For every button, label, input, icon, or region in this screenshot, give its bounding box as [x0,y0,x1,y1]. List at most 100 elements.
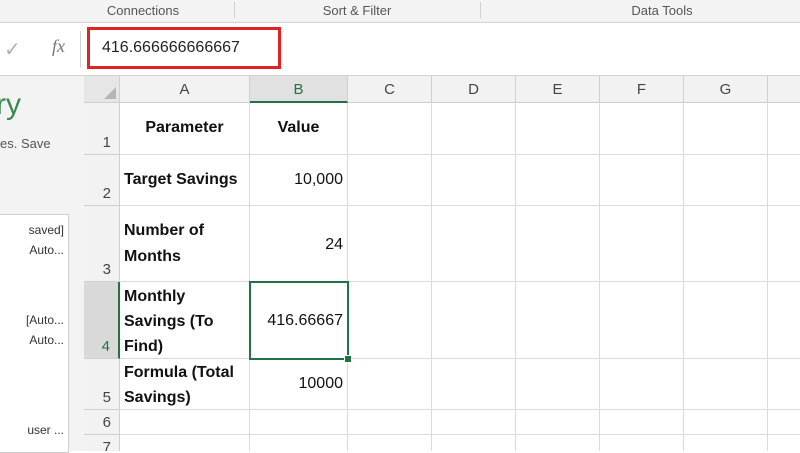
cell-g2[interactable] [684,155,768,206]
row-number: 5 [102,389,111,406]
cell-g3[interactable] [684,206,768,282]
cell-d3[interactable] [432,206,516,282]
cell-d1[interactable] [432,103,516,155]
column-header-a[interactable]: A [120,76,250,103]
cell-text: Target Savings [124,171,238,188]
cell-text: Parameter [145,119,224,136]
cell-d7[interactable] [432,435,516,451]
ribbon-group-connections: Connections [106,3,180,18]
cell-c6[interactable] [348,410,432,435]
cell-h2[interactable] [768,155,800,206]
cell-c1[interactable] [348,103,432,155]
spreadsheet-grid: A B C D E F G 1 2 3 4 5 6 7 Parameter Va… [84,76,800,451]
cell-text: Number of Months [124,222,204,265]
cell-f5[interactable] [600,359,684,410]
cell-b7[interactable] [250,435,348,451]
cell-e6[interactable] [516,410,600,435]
version-list-item[interactable]: user ... [27,423,64,437]
column-header-d[interactable]: D [432,76,516,103]
cell-e1[interactable] [516,103,600,155]
cell-a5[interactable]: Formula (Total Savings) [120,359,250,410]
cell-text: Value [277,119,320,136]
panel-title: ry [0,88,21,121]
cell-text: 24 [325,236,343,253]
cell-e4[interactable] [516,282,600,359]
cell-f2[interactable] [600,155,684,206]
cell-g5[interactable] [684,359,768,410]
row-header-6[interactable]: 6 [84,410,120,435]
ribbon-group-labels: Connections Sort & Filter Data Tools [0,0,800,23]
cell-a4[interactable]: Monthly Savings (To Find) [120,282,250,359]
cell-a7[interactable] [120,435,250,451]
row-header-4[interactable]: 4 [84,282,120,359]
cell-b2[interactable]: 10,000 [250,155,348,206]
column-header-b[interactable]: B [250,76,348,103]
cell-d4[interactable] [432,282,516,359]
row-header-5[interactable]: 5 [84,359,120,410]
row-header-7[interactable]: 7 [84,435,120,451]
cell-text: 10,000 [294,171,343,188]
row-number: 7 [102,439,111,451]
cell-b1[interactable]: Value [250,103,348,155]
cell-f1[interactable] [600,103,684,155]
cell-g7[interactable] [684,435,768,451]
cell-f4[interactable] [600,282,684,359]
version-list-item[interactable]: saved] [29,223,64,237]
select-all-corner[interactable] [84,76,120,103]
cell-a3[interactable]: Number of Months [120,206,250,282]
cell-b6[interactable] [250,410,348,435]
cell-c2[interactable] [348,155,432,206]
version-list-item[interactable]: [Auto... [26,313,64,327]
cell-h6[interactable] [768,410,800,435]
cell-c4[interactable] [348,282,432,359]
cell-g4[interactable] [684,282,768,359]
enter-checkmark-icon[interactable]: ✓ [4,37,21,62]
row-header-3[interactable]: 3 [84,206,120,282]
cell-a6[interactable] [120,410,250,435]
version-list-item[interactable]: Auto... [29,333,64,347]
cell-g6[interactable] [684,410,768,435]
cell-a1[interactable]: Parameter [120,103,250,155]
insert-function-icon[interactable]: fx [52,36,65,57]
cell-g1[interactable] [684,103,768,155]
formula-bar: ✓ fx 416.666666666667 [0,23,800,76]
row-number: 2 [102,185,111,202]
cell-h5[interactable] [768,359,800,410]
row-header-2[interactable]: 2 [84,155,120,206]
row-number: 6 [102,414,111,431]
fill-handle[interactable] [344,355,352,363]
cell-h7[interactable] [768,435,800,451]
cell-c5[interactable] [348,359,432,410]
cell-f3[interactable] [600,206,684,282]
cell-h4[interactable] [768,282,800,359]
cell-f6[interactable] [600,410,684,435]
cell-b5[interactable]: 10000 [250,359,348,410]
cell-c3[interactable] [348,206,432,282]
column-header-c[interactable]: C [348,76,432,103]
row-header-1[interactable]: 1 [84,103,120,155]
cell-d2[interactable] [432,155,516,206]
version-history-panel: ry es. Save saved] Auto... [Auto... Auto… [0,76,85,453]
cell-text: 10000 [298,375,344,392]
version-list-item[interactable]: Auto... [29,243,64,257]
cell-a2[interactable]: Target Savings [120,155,250,206]
cell-h1[interactable] [768,103,800,155]
column-header-h[interactable] [768,76,800,103]
cell-e2[interactable] [516,155,600,206]
column-header-f[interactable]: F [600,76,684,103]
cell-h3[interactable] [768,206,800,282]
column-header-e[interactable]: E [516,76,600,103]
cell-e3[interactable] [516,206,600,282]
ribbon-group-data-tools: Data Tools [631,3,693,18]
formula-bar-divider [80,31,81,67]
cell-e7[interactable] [516,435,600,451]
cell-d6[interactable] [432,410,516,435]
active-cell-border [249,281,349,360]
cell-b3[interactable]: 24 [250,206,348,282]
cell-c7[interactable] [348,435,432,451]
cell-e5[interactable] [516,359,600,410]
cell-f7[interactable] [600,435,684,451]
cell-d5[interactable] [432,359,516,410]
row-number: 3 [102,261,111,278]
column-header-g[interactable]: G [684,76,768,103]
